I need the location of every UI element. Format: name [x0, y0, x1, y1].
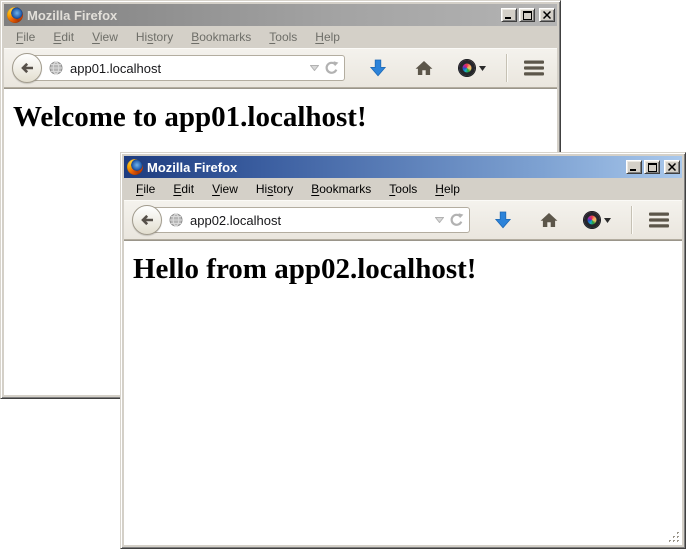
page-heading: Hello from app02.localhost!: [133, 253, 682, 286]
dropdown-triangle-icon: [310, 65, 319, 71]
close-button[interactable]: [539, 8, 555, 22]
title-bar[interactable]: Mozilla Firefox: [124, 156, 682, 178]
title-bar[interactable]: Mozilla Firefox: [4, 4, 557, 26]
minimize-button[interactable]: [501, 8, 517, 22]
menu-item-view[interactable]: View: [83, 27, 127, 47]
site-identity-button[interactable]: [169, 213, 183, 227]
download-arrow-icon: [494, 211, 512, 229]
menu-item-history[interactable]: History: [247, 179, 302, 199]
addon-color-wheel-button[interactable]: [459, 60, 486, 76]
maximize-button[interactable]: [644, 160, 660, 174]
home-icon: [540, 212, 558, 228]
addon-color-wheel-button[interactable]: [584, 212, 611, 228]
minimize-icon: [630, 163, 638, 171]
maximize-icon: [523, 11, 532, 20]
url-input[interactable]: [188, 213, 430, 228]
menu-item-help[interactable]: Help: [426, 179, 469, 199]
urlbar-dropdown-button[interactable]: [435, 217, 444, 223]
open-menu-button[interactable]: [523, 60, 545, 76]
url-bar[interactable]: [148, 207, 470, 233]
window-controls: [501, 8, 555, 22]
reload-icon: [449, 213, 464, 227]
url-bar[interactable]: [28, 55, 345, 81]
toolbar-separator: [631, 206, 632, 234]
close-icon: [543, 11, 551, 19]
downloads-button[interactable]: [494, 211, 512, 229]
back-arrow-icon: [19, 61, 35, 75]
home-button[interactable]: [540, 212, 558, 228]
back-button[interactable]: [132, 205, 162, 235]
maximize-icon: [648, 163, 657, 172]
urlbar-dropdown-button[interactable]: [310, 65, 319, 71]
menu-bar: FileEditViewHistoryBookmarksToolsHelp: [4, 26, 557, 48]
home-icon: [415, 60, 433, 76]
toolbar-separator: [506, 54, 507, 82]
menu-item-edit[interactable]: Edit: [44, 27, 83, 47]
menu-bar: FileEditViewHistoryBookmarksToolsHelp: [124, 178, 682, 200]
downloads-button[interactable]: [369, 59, 387, 77]
menu-item-history[interactable]: History: [127, 27, 182, 47]
url-input[interactable]: [68, 61, 305, 76]
home-button[interactable]: [415, 60, 433, 76]
browser-window-app02: Mozilla Firefox FileEditViewHistoryBookm…: [120, 152, 686, 549]
menu-item-file[interactable]: File: [127, 179, 164, 199]
close-button[interactable]: [664, 160, 680, 174]
navigation-toolbar: [4, 48, 557, 88]
globe-icon: [169, 213, 183, 227]
color-wheel-icon: [459, 60, 475, 76]
dropdown-triangle-icon: [435, 217, 444, 223]
minimize-icon: [505, 11, 513, 19]
menu-item-bookmarks[interactable]: Bookmarks: [182, 27, 260, 47]
open-menu-button[interactable]: [648, 212, 670, 228]
window-title: Mozilla Firefox: [147, 160, 622, 175]
menu-item-tools[interactable]: Tools: [260, 27, 306, 47]
close-icon: [668, 163, 676, 171]
menu-item-file[interactable]: File: [7, 27, 44, 47]
resize-grip[interactable]: [667, 530, 680, 543]
navigation-toolbar: [124, 200, 682, 240]
maximize-button[interactable]: [519, 8, 535, 22]
menu-item-tools[interactable]: Tools: [380, 179, 426, 199]
minimize-button[interactable]: [626, 160, 642, 174]
menu-item-bookmarks[interactable]: Bookmarks: [302, 179, 380, 199]
download-arrow-icon: [369, 59, 387, 77]
caret-down-icon: [479, 66, 486, 71]
menu-item-help[interactable]: Help: [306, 27, 349, 47]
site-identity-button[interactable]: [49, 61, 63, 75]
menu-item-view[interactable]: View: [203, 179, 247, 199]
color-wheel-icon: [584, 212, 600, 228]
back-arrow-icon: [139, 213, 155, 227]
back-button[interactable]: [12, 53, 42, 83]
menu-item-edit[interactable]: Edit: [164, 179, 203, 199]
reload-button[interactable]: [324, 61, 339, 75]
hamburger-icon: [648, 212, 670, 228]
reload-icon: [324, 61, 339, 75]
firefox-logo-icon: [7, 7, 23, 23]
reload-button[interactable]: [449, 213, 464, 227]
page-heading: Welcome to app01.localhost!: [13, 101, 557, 134]
firefox-logo-icon: [127, 159, 143, 175]
window-title: Mozilla Firefox: [27, 8, 497, 23]
globe-icon: [49, 61, 63, 75]
page-content-app02: Hello from app02.localhost!: [124, 240, 682, 545]
caret-down-icon: [604, 218, 611, 223]
window-controls: [626, 160, 680, 174]
hamburger-icon: [523, 60, 545, 76]
